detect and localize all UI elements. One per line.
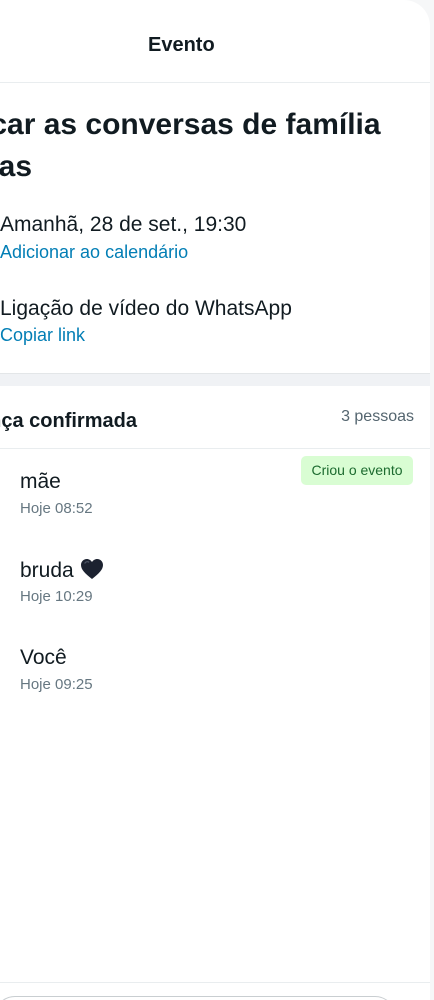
event-sheet: Evento ocar as conversas de família dias… [0, 0, 430, 1000]
add-to-calendar-link[interactable]: Adicionar ao calendário [0, 242, 188, 263]
attendance-title: ença confirmada [0, 410, 137, 432]
attendee-name: bruda [20, 559, 74, 582]
event-datetime: Amanhã, 28 de set., 19:30 [0, 213, 247, 236]
header: Evento [0, 0, 430, 83]
attendee-time: Hoje 08:52 [20, 500, 93, 517]
attendee-time: Hoje 10:29 [20, 588, 93, 605]
attendee-name: mãe [20, 470, 61, 493]
copy-link-button[interactable]: Copiar link [0, 325, 85, 346]
attendee-name-wrap: bruda [20, 558, 104, 586]
section-divider [0, 373, 430, 386]
event-screen: Evento ocar as conversas de família dias… [0, 0, 434, 1000]
attendee-row[interactable]: mãe Hoje 08:52 Criou o evento [20, 456, 420, 540]
bottom-action-pill[interactable] [0, 996, 396, 1000]
attendee-row[interactable]: Você Hoje 09:25 [20, 646, 420, 716]
bottom-divider [0, 982, 430, 983]
attendance-count: 3 pessoas [341, 408, 414, 425]
event-call-type: Ligação de vídeo do WhatsApp [0, 297, 292, 320]
event-title: ocar as conversas de família dias [0, 108, 381, 183]
attendee-row[interactable]: bruda Hoje 10:29 [20, 558, 420, 628]
attendee-time: Hoje 09:25 [20, 676, 93, 693]
attendance-header: ença confirmada 3 pessoas [0, 386, 430, 449]
page-title: Evento [148, 34, 215, 56]
attendee-name: Você [20, 646, 67, 669]
dark-heart-icon [80, 558, 104, 586]
creator-badge: Criou o evento [301, 456, 413, 485]
